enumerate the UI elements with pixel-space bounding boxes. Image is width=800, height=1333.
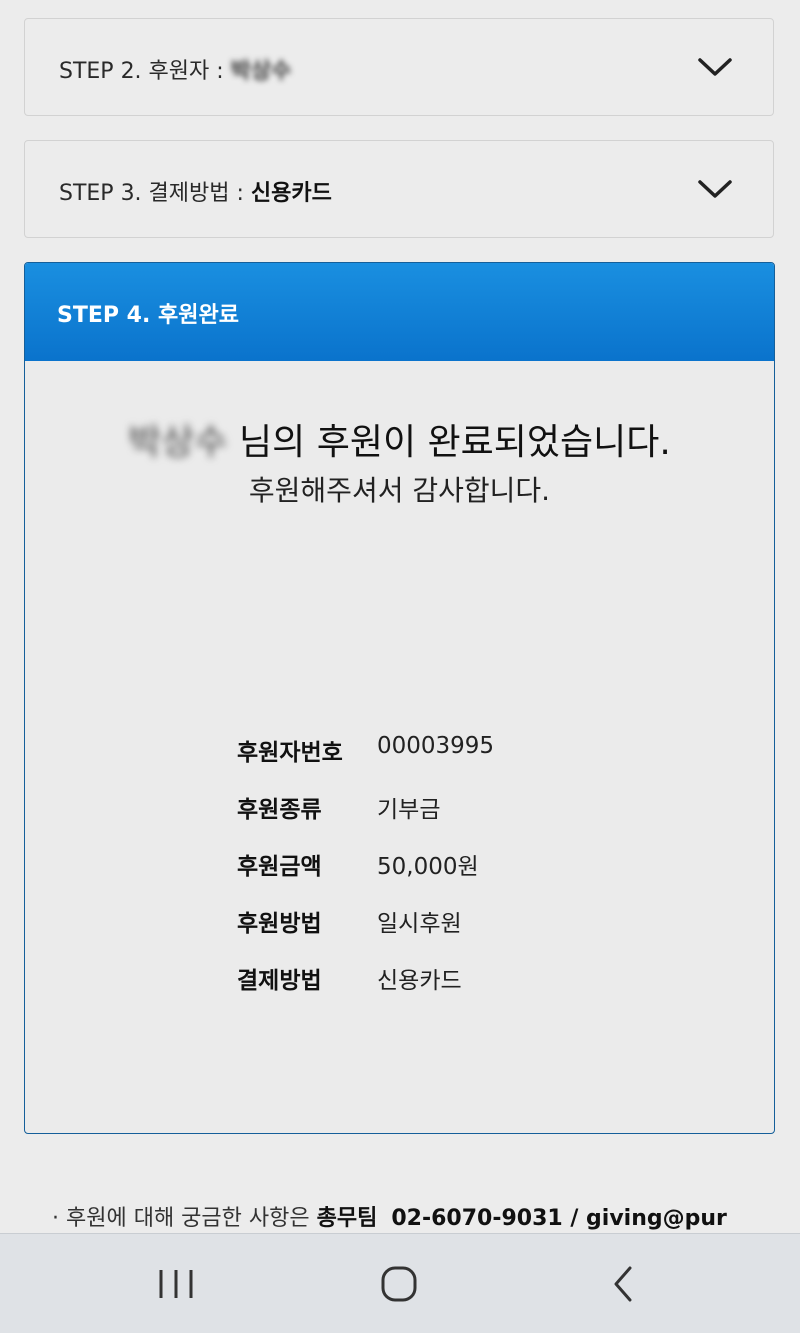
back-icon[interactable] <box>594 1262 654 1306</box>
step3-payment-method: 신용카드 <box>250 181 332 206</box>
recent-apps-icon[interactable] <box>146 1262 206 1306</box>
completion-text: 님의 후원이 완료되었습니다. <box>239 422 671 463</box>
step4-title: STEP 4. 후원완료 <box>57 303 239 328</box>
chevron-down-icon[interactable] <box>697 177 733 201</box>
footer-team: 총무팀 <box>316 1206 378 1231</box>
page: STEP 2. 후원자 : 박상수 STEP 3. 결제방법 : 신용카드 ST… <box>0 0 800 1333</box>
thanks-message: 후원해주셔서 감사합니다. <box>248 474 551 507</box>
detail-value: 신용카드 <box>377 968 462 994</box>
step4-header: STEP 4. 후원완료 <box>25 263 774 361</box>
footer-contact: · 후원에 대해 궁금한 사항은 총무팀 02-6070-9031 / givi… <box>52 1200 727 1232</box>
step2-accordion[interactable]: STEP 2. 후원자 : 박상수 <box>24 18 774 116</box>
footer-prefix: · 후원에 대해 궁금한 사항은 <box>52 1206 317 1231</box>
detail-label: 후원자번호 <box>237 740 343 766</box>
detail-label: 후원방법 <box>237 911 322 937</box>
detail-label: 후원종류 <box>237 797 322 823</box>
detail-value: 일시후원 <box>377 911 462 937</box>
detail-value: 50,000원 <box>377 854 479 880</box>
step4-panel: STEP 4. 후원완료 박상수 님의 후원이 완료되었습니다. 후원해주셔서 … <box>24 262 775 1134</box>
chevron-down-icon[interactable] <box>697 55 733 79</box>
step3-title: STEP 3. 결제방법 : 신용카드 <box>59 175 332 207</box>
system-nav-bar <box>0 1233 800 1333</box>
footer-contact-info[interactable]: 02-6070-9031 / giving@pur <box>391 1206 727 1231</box>
step3-label: STEP 3. 결제방법 : <box>59 181 251 206</box>
completion-message: 박상수 님의 후원이 완료되었습니다. <box>25 413 774 465</box>
step2-title: STEP 2. 후원자 : 박상수 <box>59 53 291 85</box>
step3-accordion[interactable]: STEP 3. 결제방법 : 신용카드 <box>24 140 774 238</box>
home-icon[interactable] <box>369 1262 429 1306</box>
step2-donor-name: 박상수 <box>230 59 292 84</box>
detail-value: 00003995 <box>377 733 495 759</box>
detail-label: 후원금액 <box>237 854 322 880</box>
detail-label: 결제방법 <box>237 968 322 994</box>
step2-label: STEP 2. 후원자 : <box>59 59 231 84</box>
donor-name: 박상수 <box>128 422 228 463</box>
detail-value: 기부금 <box>377 797 441 823</box>
